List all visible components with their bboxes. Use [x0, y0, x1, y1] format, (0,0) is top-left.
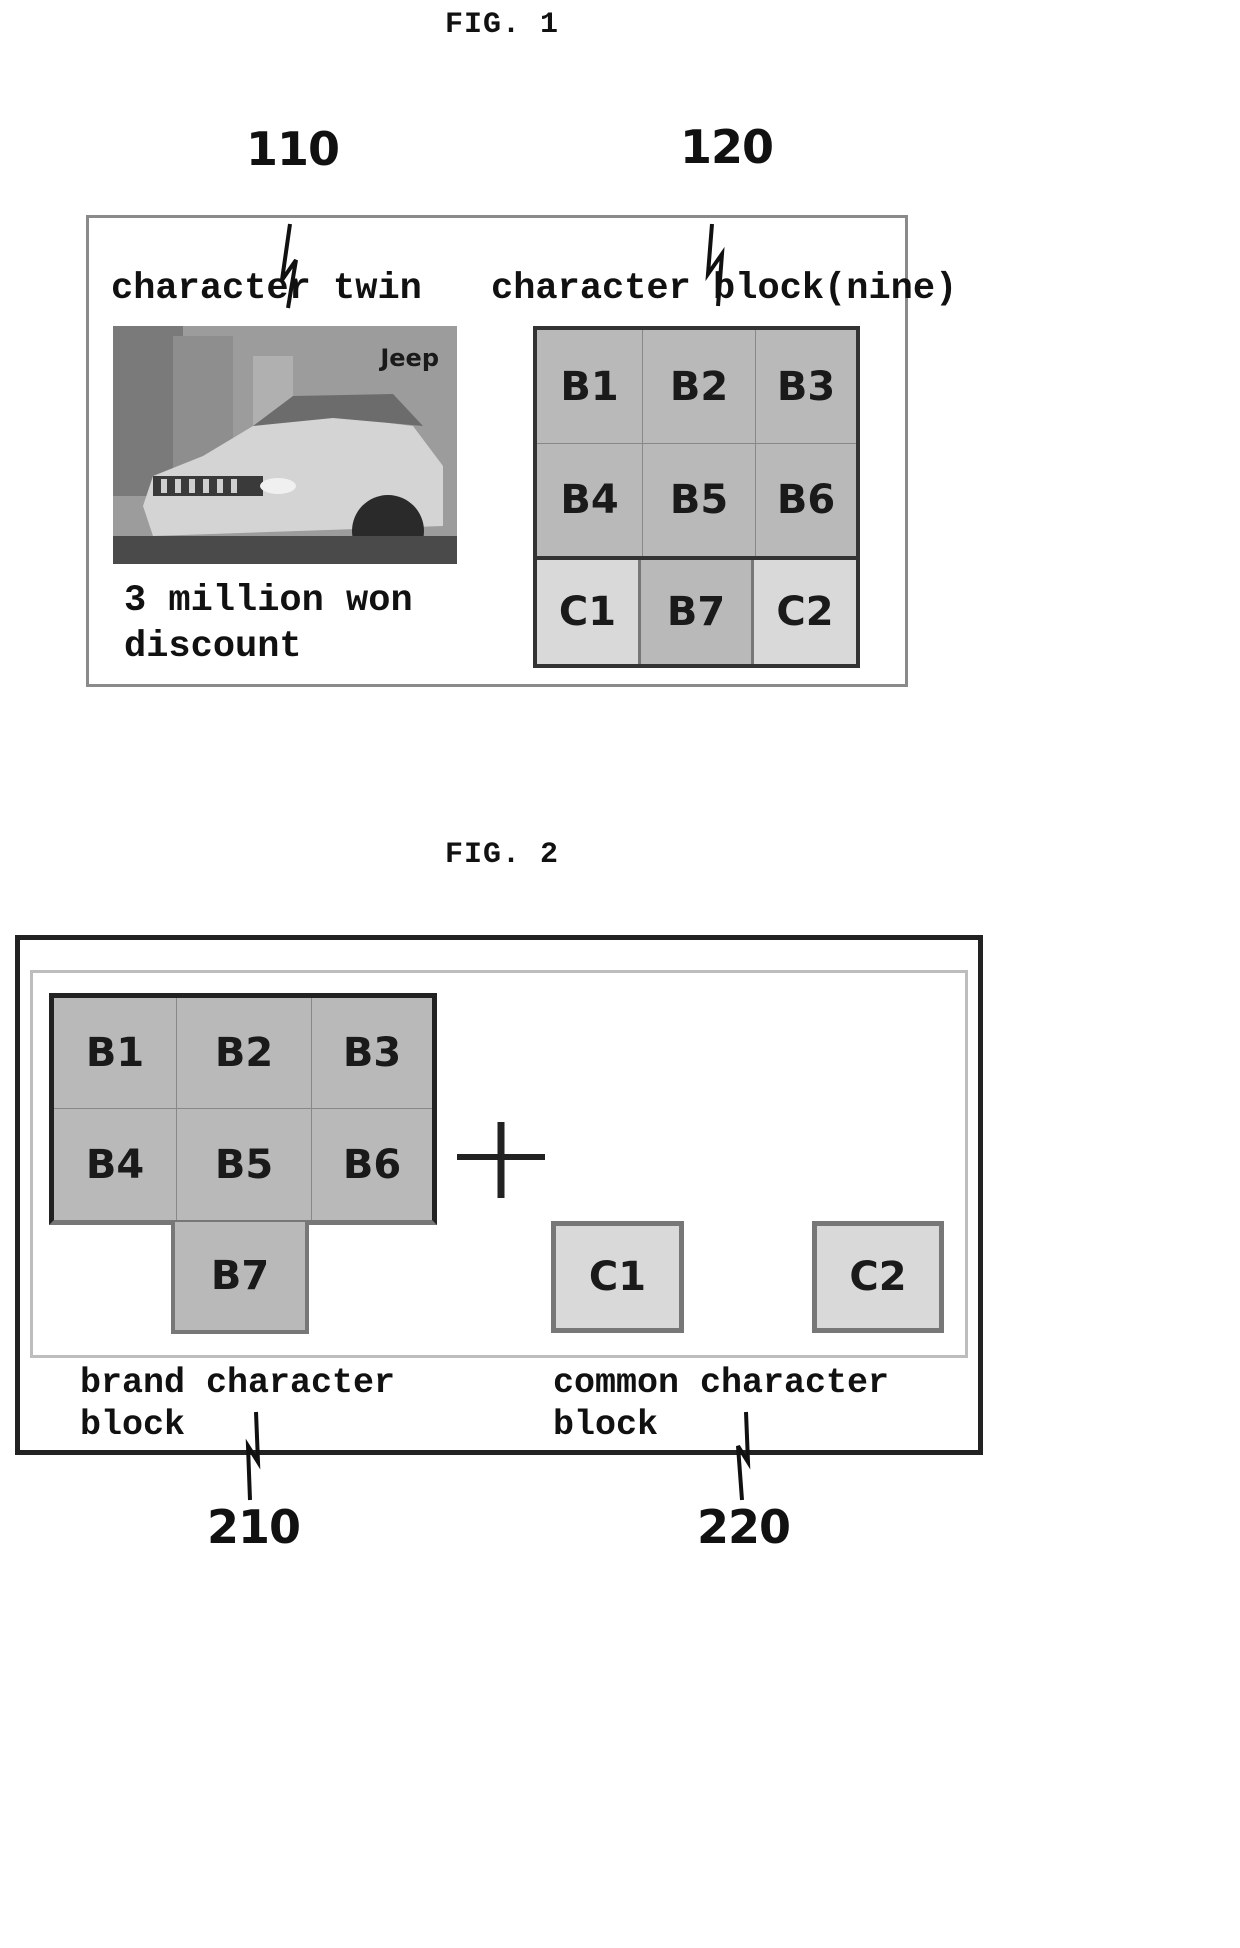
reference-number-210: 210: [207, 1500, 301, 1554]
character-block-nine-grid: B1 B2 B3 B4 B5 B6 C1 B7 C2: [533, 326, 860, 668]
character-block-label: character block(nine): [491, 268, 958, 310]
grid-cell-b2: B2: [643, 330, 756, 444]
grid-cell-c2: C2: [754, 560, 856, 664]
grid-cell-b5: B5: [643, 444, 756, 556]
figure-2-title: FIG. 2: [445, 838, 560, 872]
leader-line-220-icon: [736, 1411, 751, 1501]
grid-cell-b1: B1: [537, 330, 643, 444]
jeep-logo: Jeep: [380, 344, 439, 372]
brand-cell-b3: B3: [312, 998, 432, 1109]
common-cell-c1: C1: [551, 1221, 684, 1333]
car-advertisement-photo: Jeep: [113, 326, 457, 564]
common-cell-c2: C2: [812, 1221, 944, 1333]
discount-text-line-2: discount: [124, 626, 302, 668]
brand-cell-b4: B4: [54, 1109, 177, 1220]
grid-cell-c1: C1: [537, 560, 641, 664]
reference-number-120: 120: [680, 120, 774, 174]
figure-1-title: FIG. 1: [445, 8, 560, 42]
discount-text-line-1: 3 million won: [124, 580, 413, 622]
reference-number-110: 110: [246, 122, 340, 176]
brand-cell-b5: B5: [177, 1109, 312, 1220]
brand-cell-b2: B2: [177, 998, 312, 1109]
common-character-block-label-line-2: block: [553, 1405, 659, 1445]
plus-icon: [457, 1122, 545, 1198]
character-twin-label: character twin: [111, 268, 422, 310]
grid-cell-b3: B3: [756, 330, 856, 444]
brand-cell-b1: B1: [54, 998, 177, 1109]
brand-character-block-grid: B1 B2 B3 B4 B5 B6: [49, 993, 437, 1225]
grid-cell-b7: B7: [641, 560, 754, 664]
grid-cell-b6: B6: [756, 444, 856, 556]
reference-number-220: 220: [697, 1500, 791, 1554]
brand-character-block-label-line-2: block: [80, 1405, 186, 1445]
leader-line-210-icon: [245, 1411, 261, 1501]
brand-cell-b7: B7: [171, 1222, 309, 1334]
grid-cell-b4: B4: [537, 444, 643, 556]
brand-cell-b6: B6: [312, 1109, 432, 1220]
